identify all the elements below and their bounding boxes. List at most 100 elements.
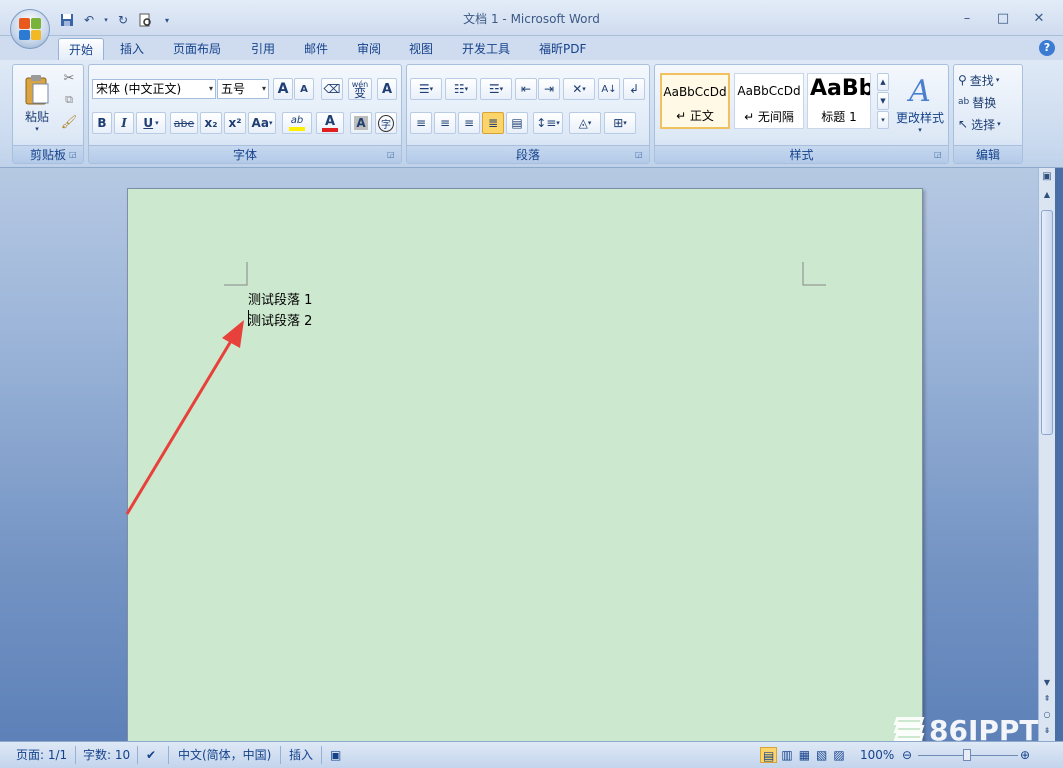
status-language[interactable]: 中文(简体，中国) <box>178 747 271 763</box>
styles-scroll-up[interactable]: ▲ <box>877 73 889 91</box>
align-right-button[interactable]: ≡ <box>458 112 480 134</box>
tab-home[interactable]: 开始 <box>58 38 105 60</box>
clipboard-group: 粘贴 ▾ ✂ ⧉ 🖌 剪贴板 ◲ <box>12 64 84 164</box>
zoom-out-button[interactable]: ⊖ <box>902 747 912 763</box>
scroll-down-button[interactable]: ▼ <box>1040 676 1054 690</box>
font-name-select[interactable]: 宋体 (中文正文) ▾ <box>92 79 216 99</box>
view-buttons: ▤ ▥ ▦ ▧ ▨ <box>760 747 847 763</box>
close-button[interactable]: ✕ <box>1025 8 1053 28</box>
numbering-button[interactable]: ☷ ▾ <box>445 78 477 100</box>
change-styles-icon: A <box>909 74 931 109</box>
ruler-toggle-icon[interactable]: ▣ <box>1040 170 1054 184</box>
zoom-in-button[interactable]: ⊕ <box>1020 747 1030 763</box>
replace-icon: ab <box>958 97 970 107</box>
tab-mailings[interactable]: 邮件 <box>294 38 338 60</box>
line-spacing-button[interactable]: ↕≡ ▾ <box>533 112 563 134</box>
styles-launcher-icon[interactable]: ◲ <box>934 150 944 160</box>
font-size-select[interactable]: 五号 ▾ <box>217 79 269 99</box>
enclose-char-button[interactable]: 字 <box>375 112 397 134</box>
align-left-button[interactable]: ≡ <box>410 112 432 134</box>
align-left-icon: ≡ <box>415 116 427 130</box>
font-group: 宋体 (中文正文) ▾ 五号 ▾ A A ⌫ wén 变 A B I U ▾ abe … <box>88 64 402 164</box>
annotation-arrow <box>125 320 244 515</box>
sort-button[interactable]: A↓ <box>598 78 620 100</box>
styles-more[interactable]: ▾ <box>877 111 889 129</box>
show-marks-button[interactable]: ↲ <box>623 78 645 100</box>
tab-foxit-pdf[interactable]: 福昕PDF <box>529 38 596 60</box>
style-no-spacing-tile[interactable]: AaBbCcDd ↵ 无间隔 <box>734 73 804 129</box>
scroll-thumb[interactable] <box>1041 210 1053 435</box>
previous-page-button[interactable]: ⇞ <box>1040 692 1054 706</box>
zoom-slider-thumb[interactable] <box>963 749 971 761</box>
copy-button[interactable]: ⧉ <box>59 91 79 109</box>
style-heading1-tile[interactable]: AaBb 标题 1 <box>807 73 871 129</box>
style-normal-tile[interactable]: AaBbCcDd ↵ 正文 <box>660 73 730 129</box>
next-page-button[interactable]: ⇟ <box>1040 724 1054 738</box>
select-button[interactable]: ↖ 选择 ▾ <box>958 113 1022 135</box>
subscript-button[interactable]: x₂ <box>200 112 222 134</box>
find-button[interactable]: ⚲ 查找 ▾ <box>958 69 1022 91</box>
decrease-indent-button[interactable]: ⇤ <box>515 78 537 100</box>
justify-icon: ≣ <box>487 116 499 130</box>
phonetic-guide-button[interactable]: wén 变 <box>348 78 372 100</box>
status-insert-mode[interactable]: 插入 <box>289 747 313 763</box>
font-launcher-icon[interactable]: ◲ <box>387 150 397 160</box>
char-border-button[interactable]: A <box>377 78 397 100</box>
maximize-button[interactable]: □ <box>989 8 1017 28</box>
increase-indent-button[interactable]: ⇥ <box>538 78 560 100</box>
help-icon[interactable]: ? <box>1039 40 1055 56</box>
scroll-up-button[interactable]: ▲ <box>1040 188 1054 202</box>
char-shading-button[interactable]: A <box>350 112 372 134</box>
clipboard-launcher-icon[interactable]: ◲ <box>69 150 79 160</box>
bold-button[interactable]: B <box>92 112 112 134</box>
tab-insert[interactable]: 插入 <box>110 38 154 60</box>
office-button[interactable] <box>10 9 50 49</box>
italic-button[interactable]: I <box>114 112 134 134</box>
multilevel-list-button[interactable]: ☲ ▾ <box>480 78 512 100</box>
status-page[interactable]: 页面: 1/1 <box>16 747 67 763</box>
format-painter-button[interactable]: 🖌 <box>59 113 79 131</box>
replace-button[interactable]: ab 替换 <box>958 91 1022 113</box>
paste-button[interactable]: 粘贴 ▾ <box>19 67 55 139</box>
browse-object-button[interactable]: ○ <box>1040 708 1054 722</box>
align-center-button[interactable]: ≡ <box>434 112 456 134</box>
print-layout-view-icon[interactable]: ▤ <box>760 747 778 763</box>
align-right-icon: ≡ <box>463 116 475 130</box>
bullets-button[interactable]: ☰ ▾ <box>410 78 442 100</box>
zoom-level[interactable]: 100% <box>860 747 894 763</box>
minimize-button[interactable]: – <box>953 8 981 28</box>
strikethrough-button[interactable]: abe <box>170 112 198 134</box>
clear-formatting-button[interactable]: ⌫ <box>321 78 343 100</box>
paragraph-launcher-icon[interactable]: ◲ <box>635 150 645 160</box>
tab-references[interactable]: 引用 <box>241 38 285 60</box>
distributed-button[interactable]: ▤ <box>506 112 528 134</box>
change-case-button[interactable]: Aa ▾ <box>248 112 276 134</box>
tab-developer[interactable]: 开发工具 <box>452 38 520 60</box>
status-word-count[interactable]: 字数: 10 <box>83 747 130 763</box>
shrink-font-button[interactable]: A <box>294 78 314 100</box>
draft-view-icon[interactable]: ▨ <box>831 747 846 763</box>
superscript-button[interactable]: x² <box>224 112 246 134</box>
tab-review[interactable]: 审阅 <box>347 38 391 60</box>
highlight-button[interactable]: ab <box>282 112 312 134</box>
underline-button[interactable]: U ▾ <box>136 112 166 134</box>
cut-button[interactable]: ✂ <box>59 69 79 87</box>
proofing-icon[interactable]: ✔ <box>146 747 156 763</box>
styles-scroll-down[interactable]: ▼ <box>877 92 889 110</box>
change-styles-button[interactable]: A 更改样式 ▾ <box>893 67 947 141</box>
chinese-layout-button[interactable]: ✕ ▾ <box>563 78 595 100</box>
tab-page-layout[interactable]: 页面布局 <box>163 38 231 60</box>
font-color-button[interactable]: A <box>316 112 344 134</box>
shading-button[interactable]: ◬ ▾ <box>569 112 601 134</box>
justify-button[interactable]: ≣ <box>482 112 504 134</box>
tab-view[interactable]: 视图 <box>399 38 443 60</box>
eraser-icon: ⌫ <box>323 82 341 96</box>
site-watermark: 86IPPT <box>893 712 1039 748</box>
full-screen-reading-view-icon[interactable]: ▥ <box>779 747 794 763</box>
web-layout-view-icon[interactable]: ▦ <box>797 747 812 763</box>
outline-view-icon[interactable]: ▧ <box>814 747 829 763</box>
macro-record-icon[interactable]: ▣ <box>330 747 341 763</box>
borders-button[interactable]: ⊞ ▾ <box>604 112 636 134</box>
grow-font-button[interactable]: A <box>273 78 293 100</box>
vertical-scrollbar[interactable]: ▣ ▲ ▼ ⇞ ○ ⇟ <box>1038 168 1055 741</box>
